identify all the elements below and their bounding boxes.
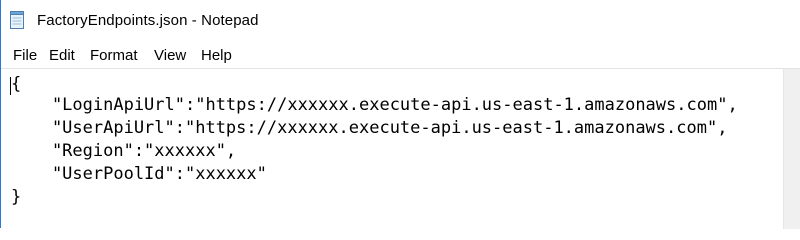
editor-line: } [11, 187, 22, 207]
editor-line: "Region":"xxxxxx", [11, 141, 237, 161]
editor-line: "UserApiUrl":"https://xxxxxx.execute-api… [11, 118, 728, 138]
vertical-scrollbar[interactable] [783, 69, 800, 229]
notepad-icon [10, 11, 24, 29]
title-bar[interactable]: FactoryEndpoints.json - Notepad [1, 0, 800, 44]
editor-line: "LoginApiUrl":"https://xxxxxx.execute-ap… [11, 95, 738, 115]
menu-file[interactable]: File [13, 47, 37, 64]
menu-edit[interactable]: Edit [49, 47, 75, 64]
text-editor[interactable]: { "LoginApiUrl":"https://xxxxxx.execute-… [1, 68, 800, 229]
menu-format[interactable]: Format [90, 47, 138, 64]
menu-view[interactable]: View [154, 47, 186, 64]
notepad-window: FactoryEndpoints.json - Notepad File Edi… [0, 0, 800, 229]
menu-help[interactable]: Help [201, 47, 232, 64]
editor-line: { [11, 74, 22, 94]
window-title: FactoryEndpoints.json - Notepad [37, 12, 259, 29]
menu-bar: File Edit Format View Help [1, 44, 800, 68]
editor-line: "UserPoolId":"xxxxxx" [11, 164, 267, 184]
